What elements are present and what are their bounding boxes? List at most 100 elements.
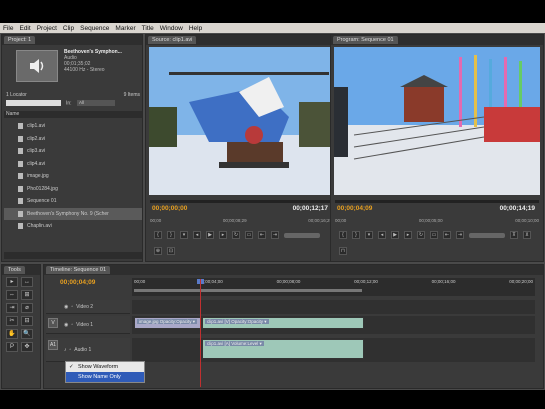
ruler-label: 00;00;16;00 <box>431 279 456 284</box>
lock-icon[interactable]: ▫ <box>71 322 73 328</box>
project-item[interactable]: Chaplin.avi <box>4 220 142 233</box>
goto-in-icon[interactable]: ⇤ <box>443 231 451 240</box>
project-item[interactable]: clip4.avi <box>4 158 142 171</box>
tab-project[interactable]: Project: 1 <box>4 36 36 44</box>
overlay-icon[interactable]: ⊡ <box>167 246 175 255</box>
tab-tools[interactable]: Tools <box>4 266 25 274</box>
playhead-line[interactable] <box>200 279 201 387</box>
file-icon <box>18 185 23 192</box>
menu-item-show-name-only[interactable]: Show Name Only <box>66 372 144 382</box>
goto-in-icon[interactable]: ⇤ <box>258 231 266 240</box>
eye-icon[interactable]: ◉ <box>64 322 68 328</box>
goto-out-icon[interactable]: ⇥ <box>271 231 279 240</box>
rate-stretch-tool-icon[interactable]: ⇥ <box>6 303 18 313</box>
move-tool-icon[interactable]: ✥ <box>21 342 33 352</box>
step-forward-icon[interactable]: ▸ <box>219 231 227 240</box>
rolling-edit-tool-icon[interactable]: ⊞ <box>21 290 33 300</box>
menu-sequence[interactable]: Sequence <box>80 25 109 32</box>
eye-icon[interactable]: ◉ <box>64 304 68 310</box>
program-timecode-current[interactable]: 00;00;04;09 <box>337 205 372 212</box>
menu-title[interactable]: Title <box>142 25 154 32</box>
menu-window[interactable]: Window <box>160 25 183 32</box>
set-in-icon[interactable]: { <box>339 231 347 240</box>
menu-edit[interactable]: Edit <box>19 25 30 32</box>
timeline-timecode[interactable]: 00;00;04;09 <box>60 279 95 286</box>
hand-tool-icon[interactable]: ✋ <box>6 329 18 339</box>
source-timecode-current[interactable]: 00;00;00;00 <box>152 205 187 212</box>
tab-program[interactable]: Program: Sequence 01 <box>333 36 398 44</box>
step-back-icon[interactable]: ◂ <box>193 231 201 240</box>
insert-icon[interactable]: ⊕ <box>154 246 162 255</box>
jog-slider[interactable] <box>284 232 320 238</box>
extract-icon[interactable]: ⊻ <box>523 231 531 240</box>
trim-icon[interactable]: ⊓ <box>339 246 347 255</box>
track-target[interactable]: V <box>48 318 58 328</box>
clip-audio[interactable]: clip1.avi [A] Volume:Level ▾ <box>202 339 364 359</box>
track-body[interactable]: image.jpg Opacity:Opacity ▾ clip1.avi [V… <box>132 316 535 334</box>
pen-tool-icon[interactable]: P <box>6 342 18 352</box>
menu-help[interactable]: Help <box>189 25 202 32</box>
project-item[interactable]: image.jpg <box>4 170 142 183</box>
project-item[interactable]: Beethoven's Symphony No. 9 (Scher <box>4 207 142 220</box>
project-item[interactable]: Pho01284.jpg <box>4 183 142 196</box>
lift-icon[interactable]: ⊼ <box>510 231 518 240</box>
speaker-icon <box>30 59 44 73</box>
work-area-bar[interactable] <box>134 289 362 292</box>
loop-icon[interactable]: ↻ <box>232 231 240 240</box>
goto-out-icon[interactable]: ⇥ <box>456 231 464 240</box>
tool-grid: ▸ ↔ ⇔ ⊞ ⇥ ⌀ ✂ ⊟ ✋ 🔍 P ✥ <box>6 277 33 352</box>
clip-video[interactable]: clip1.avi [V] Opacity:Opacity ▾ <box>202 317 364 329</box>
track-body[interactable] <box>132 300 535 314</box>
razor-tool-icon[interactable]: ⌀ <box>21 303 33 313</box>
step-back-icon[interactable]: ◂ <box>378 231 386 240</box>
ruler-label: 00;00;20;00 <box>509 279 533 284</box>
name-column-header[interactable]: Name <box>4 111 142 118</box>
project-item[interactable]: clip1.avi <box>4 120 142 133</box>
slip-tool-icon[interactable]: ✂ <box>6 316 18 326</box>
menu-file[interactable]: File <box>3 25 13 32</box>
selection-tool-icon[interactable]: ▸ <box>6 277 18 287</box>
play-icon[interactable]: ▶ <box>206 231 214 240</box>
project-item[interactable]: clip2.avi <box>4 133 142 146</box>
marker-icon[interactable]: ▾ <box>365 231 373 240</box>
search-input[interactable] <box>6 100 61 106</box>
track-header[interactable]: A1 ♪ ▫ Audio 1 <box>46 338 130 362</box>
track-select-tool-icon[interactable]: ↔ <box>21 277 33 287</box>
track-target[interactable]: A1 <box>48 340 58 350</box>
lock-icon[interactable]: ▫ <box>70 347 72 353</box>
safe-margins-icon[interactable]: ▭ <box>430 231 438 240</box>
step-forward-icon[interactable]: ▸ <box>404 231 412 240</box>
safe-margins-icon[interactable]: ▭ <box>245 231 253 240</box>
tab-timeline[interactable]: Timeline: Sequence 01 <box>46 266 111 274</box>
loop-icon[interactable]: ↻ <box>417 231 425 240</box>
play-icon[interactable]: ▶ <box>391 231 399 240</box>
menu-marker[interactable]: Marker <box>115 25 135 32</box>
project-item-label: clip1.avi <box>27 123 46 130</box>
track-body[interactable]: clip1.avi [A] Volume:Level ▾ <box>132 338 535 362</box>
set-in-icon[interactable]: { <box>154 231 162 240</box>
slide-tool-icon[interactable]: ⊟ <box>21 316 33 326</box>
project-item[interactable]: Sequence 01 <box>4 195 142 208</box>
clip-image[interactable]: image.jpg Opacity:Opacity ▾ <box>134 317 202 329</box>
menu-item-show-waveform[interactable]: ✓ Show Waveform <box>66 362 144 372</box>
jog-slider[interactable] <box>469 232 505 238</box>
menu-project[interactable]: Project <box>37 25 57 32</box>
in-dropdown[interactable]: All <box>76 100 115 106</box>
lock-icon[interactable]: ▫ <box>71 304 73 310</box>
project-item[interactable]: clip3.avi <box>4 145 142 158</box>
speaker-icon[interactable]: ♪ <box>64 347 67 353</box>
timeline-ruler[interactable]: 00;00 00;00;04;00 00;00;08;00 00;00;12;00 00… <box>132 278 535 296</box>
set-out-icon[interactable]: } <box>167 231 175 240</box>
track-header[interactable]: V ◉ ▫ Video 1 <box>46 316 130 334</box>
tab-source[interactable]: Source: clip1.avi <box>148 36 197 44</box>
source-time-ruler: 00;00 00;00;08;29 00;00;16;29 <box>150 218 332 223</box>
set-out-icon[interactable]: } <box>352 231 360 240</box>
program-scrub-bar[interactable] <box>335 200 539 203</box>
checkmark-icon: ✓ <box>69 364 74 370</box>
track-header[interactable]: ◉ ▫ Video 2 <box>46 300 130 314</box>
zoom-tool-icon[interactable]: 🔍 <box>21 329 33 339</box>
ripple-edit-tool-icon[interactable]: ⇔ <box>6 290 18 300</box>
menu-clip[interactable]: Clip <box>63 25 74 32</box>
source-scrub-bar[interactable] <box>150 200 332 203</box>
marker-icon[interactable]: ▾ <box>180 231 188 240</box>
